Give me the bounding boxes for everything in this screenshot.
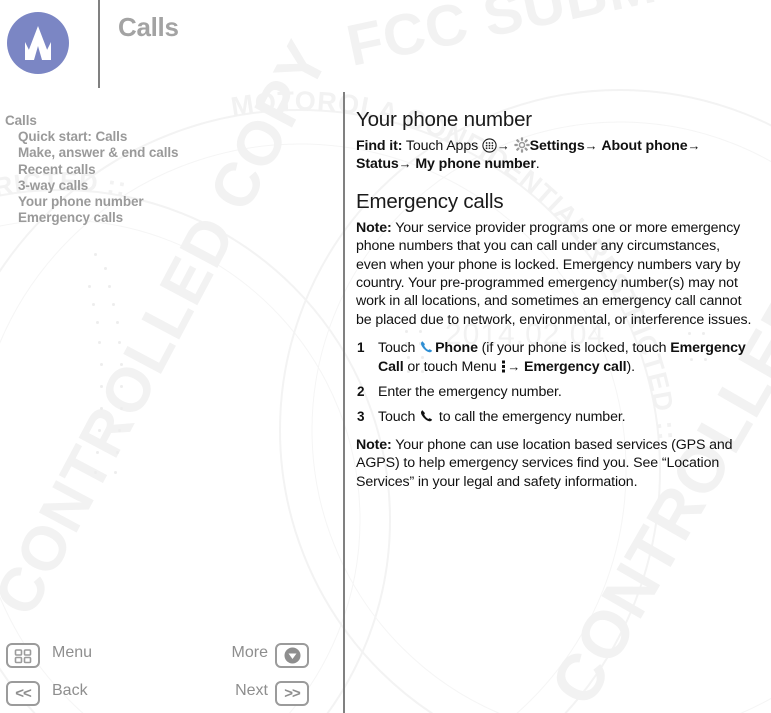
toc-item-emergency-calls[interactable]: Emergency calls — [5, 210, 305, 226]
content-divider — [343, 92, 345, 713]
step-2: 2 Enter the emergency number. — [356, 383, 754, 401]
emergency-call-steps: 1 Touch Phone (if your phone is locked, t… — [356, 339, 754, 427]
find-it-arrow-4: → — [398, 156, 412, 172]
find-it-settings: Settings — [529, 138, 585, 154]
page-header: Calls — [0, 0, 771, 92]
step-1-t4: ). — [626, 358, 635, 375]
step-3: 3 Touch to call the emergency number. — [356, 408, 754, 426]
table-of-contents: Calls Quick start: Calls Make, answer & … — [5, 113, 305, 226]
step-1-emergency-call-menu-bold: Emergency call — [524, 358, 627, 375]
phone-handset-icon-blue — [421, 341, 433, 353]
step-1-phone-label: Phone — [435, 340, 478, 357]
next-label: Next — [235, 682, 268, 699]
back-button[interactable]: << — [6, 681, 40, 706]
find-it-t1: Touch Apps — [405, 138, 479, 154]
section-heading-your-phone-number: Your phone number — [356, 108, 532, 131]
gear-icon — [514, 137, 530, 153]
note-2-label: Note: — [356, 436, 392, 453]
more-label: More — [231, 644, 268, 661]
find-it-arrow-1: → — [496, 138, 510, 153]
note-paragraph-1: Note: Your service provider programs one… — [356, 219, 754, 329]
step-1-t2: (if your phone is locked, touch — [477, 340, 671, 357]
toc-item-3-way-calls[interactable]: 3-way calls — [5, 178, 305, 194]
page-title: Calls — [118, 12, 179, 42]
step-3-t2: to call the emergency number. — [435, 409, 626, 426]
note-paragraph-2: Note: Your phone can use location based … — [356, 436, 754, 491]
step-1: 1 Touch Phone (if your phone is locked, t… — [356, 339, 754, 376]
toc-item-calls[interactable]: Calls — [5, 113, 305, 129]
more-button[interactable] — [275, 643, 309, 668]
section-heading-emergency-calls: Emergency calls — [356, 189, 504, 213]
find-it-line: Find it: Touch Apps → Settings→ About ph… — [356, 137, 754, 174]
step-1-t3: or touch Menu — [403, 358, 501, 375]
find-it-arrow-2: → — [584, 138, 598, 153]
circle-down-arrow-icon — [284, 647, 300, 664]
watermark-dots-left — [50, 245, 123, 595]
main-content: Your phone number Find it: Touch Apps → — [356, 108, 754, 501]
toc-item-your-phone-number[interactable]: Your phone number — [5, 194, 305, 210]
back-label: Back — [52, 682, 88, 699]
step-2-number: 2 — [357, 384, 365, 400]
find-it-arrow-3: → — [687, 138, 701, 153]
apps-grid-icon — [482, 138, 497, 153]
find-it-about-phone: About phone — [601, 138, 688, 154]
motorola-logo-icon — [7, 12, 69, 74]
phone-handset-icon-black — [421, 410, 433, 422]
menu-label: Menu — [52, 644, 93, 661]
step-1-arrow: → — [507, 358, 521, 374]
bottom-navigation-bar: Menu More << Back Next >> — [0, 640, 330, 713]
nav-row-menu-more: Menu More — [0, 640, 330, 676]
header-divider — [98, 0, 100, 88]
note-1-text: Your service provider programs one or mo… — [356, 219, 752, 328]
find-it-label: Find it: — [356, 138, 403, 154]
double-chevron-right-icon: >> — [284, 685, 301, 702]
document-page: MOTOROLA CONFIDENTIAL RESTRICTED :: MOTO… — [0, 0, 771, 713]
note-1-label: Note: — [356, 219, 392, 236]
toc-item-quick-start[interactable]: Quick start: Calls — [5, 129, 305, 145]
menu-button[interactable] — [6, 643, 40, 668]
find-it-status: Status — [356, 156, 399, 173]
double-chevron-left-icon: << — [15, 685, 32, 702]
find-it-period: . — [535, 156, 540, 173]
toc-item-recent-calls[interactable]: Recent calls — [5, 162, 305, 178]
step-1-t1: Touch — [378, 340, 420, 357]
step-3-t1: Touch — [378, 409, 420, 426]
step-1-number: 1 — [357, 340, 365, 356]
nav-row-back-next: << Back Next >> — [0, 678, 330, 713]
step-2-text: Enter the emergency number. — [378, 384, 562, 401]
step-3-number: 3 — [357, 409, 365, 425]
grid-squares-icon — [14, 648, 32, 663]
next-button[interactable]: >> — [275, 681, 309, 706]
find-it-my-phone-number: My phone number — [415, 156, 536, 173]
toc-item-make-answer-end[interactable]: Make, answer & end calls — [5, 145, 305, 161]
note-2-text: Your phone can use location based servic… — [356, 436, 733, 490]
